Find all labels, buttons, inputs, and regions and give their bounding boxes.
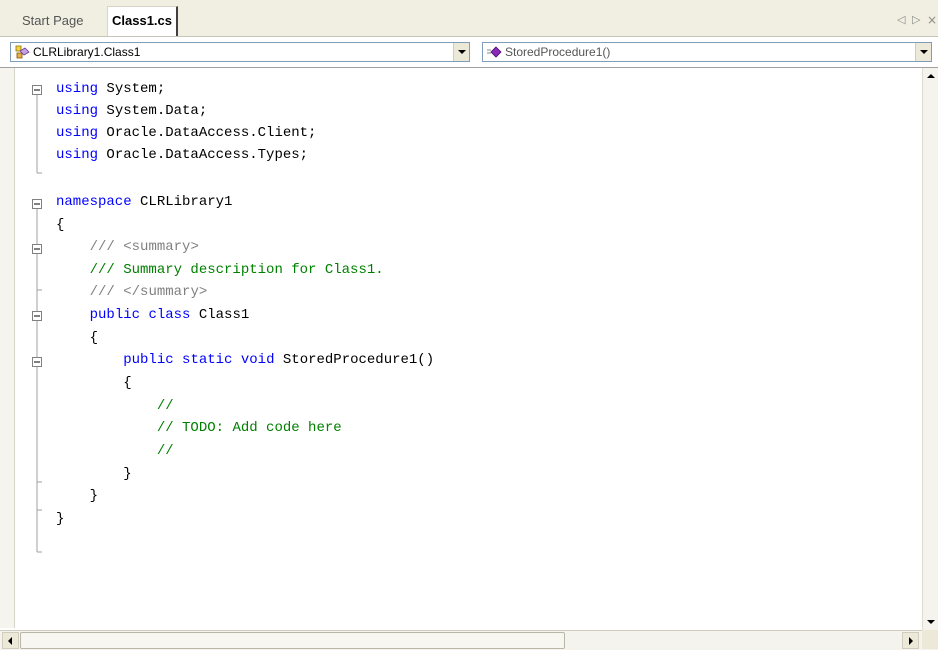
scroll-left-button[interactable]	[2, 632, 19, 649]
collapse-summary-icon[interactable]	[32, 244, 42, 254]
class-dropdown[interactable]: CLRLibrary1.Class1	[10, 42, 470, 62]
collapse-method-icon[interactable]	[32, 357, 42, 367]
horizontal-scroll-thumb[interactable]	[20, 632, 565, 649]
code-line: /// <summary>	[89, 239, 199, 255]
scroll-tabs-left-icon[interactable]: ◁	[897, 9, 905, 31]
chevron-down-icon	[920, 50, 928, 54]
arrow-down-icon	[927, 620, 935, 624]
vertical-scrollbar[interactable]	[922, 68, 938, 630]
code-line: {	[56, 217, 65, 233]
class-dropdown-button[interactable]	[453, 43, 469, 61]
arrow-right-icon	[909, 637, 913, 645]
collapse-using-icon[interactable]	[32, 85, 42, 95]
close-tab-icon[interactable]: ×	[927, 9, 937, 31]
tab-start-page[interactable]: Start Page	[22, 7, 83, 35]
code-line: public static void StoredProcedure1()	[123, 352, 435, 368]
scroll-right-button[interactable]	[902, 632, 919, 649]
code-line: /// Summary description for Class1.	[89, 262, 384, 278]
collapse-class-icon[interactable]	[32, 311, 42, 321]
member-dropdown[interactable]: StoredProcedure1()	[482, 42, 932, 62]
member-dropdown-button[interactable]	[915, 43, 931, 61]
collapse-namespace-icon[interactable]	[32, 199, 42, 209]
code-line: }	[56, 466, 132, 482]
code-editor[interactable]: using System; using System.Data; using O…	[0, 67, 938, 650]
tab-class1-cs[interactable]: Class1.cs	[107, 6, 178, 36]
code-line: /// </summary>	[89, 284, 208, 300]
arrow-left-icon	[8, 637, 12, 645]
code-line: using Oracle.DataAccess.Client;	[56, 125, 317, 141]
code-line: //	[156, 443, 174, 459]
class-dropdown-value: CLRLibrary1.Class1	[33, 45, 141, 59]
document-tab-strip: Start Page Class1.cs ◁ ▷ ×	[0, 0, 938, 36]
code-line: }	[56, 511, 65, 527]
class-icon	[15, 45, 30, 59]
code-line: using System.Data;	[56, 103, 208, 119]
scroll-tabs-right-icon[interactable]: ▷	[912, 9, 920, 31]
code-line: // TODO: Add code here	[156, 420, 342, 436]
member-dropdown-value: StoredProcedure1()	[505, 45, 611, 59]
code-line: using Oracle.DataAccess.Types;	[56, 147, 309, 163]
code-line: {	[56, 330, 99, 346]
code-line: {	[56, 375, 132, 391]
method-icon	[487, 46, 502, 58]
code-line: using System;	[56, 81, 166, 97]
arrow-up-icon	[927, 74, 935, 78]
chevron-down-icon	[458, 50, 466, 54]
scroll-down-button[interactable]	[923, 614, 938, 630]
navigation-bar: CLRLibrary1.Class1 StoredProcedure1()	[0, 36, 938, 67]
horizontal-scrollbar[interactable]	[0, 630, 938, 650]
code-line: namespace CLRLibrary1	[56, 194, 233, 210]
scroll-up-button[interactable]	[923, 68, 938, 84]
code-line: public class Class1	[89, 307, 250, 323]
outlining-margin	[32, 85, 42, 553]
code-line: }	[56, 488, 99, 504]
code-line: //	[156, 398, 174, 414]
scrollbar-corner	[922, 630, 938, 649]
